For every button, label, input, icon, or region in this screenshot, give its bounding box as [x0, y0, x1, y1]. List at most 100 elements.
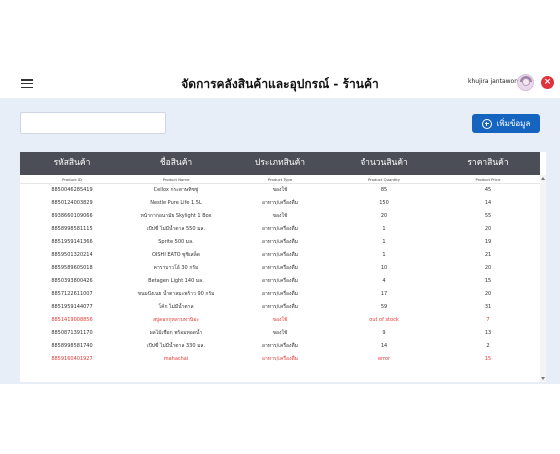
cell-qty: 59 — [380, 304, 388, 310]
cell-price: 55 — [484, 213, 492, 219]
cell-name: Sprite 500 มล. — [158, 239, 194, 245]
table-row[interactable]: 8938660109066 หน้ากากอนามัย Skylight 1 Bo… — [20, 210, 540, 223]
cell-name: คาราบาวโอ้ 30 กรัม — [153, 265, 199, 271]
cell-type: อาหาร/เครื่องดื่ม — [261, 239, 298, 245]
cell-qty: 1 — [382, 252, 386, 258]
cell-type: ของใช้ — [272, 213, 288, 219]
table-row[interactable]: 8851419008856 สบู่ดอกกุหลาบทานิอะ ของใช้ ou… — [20, 314, 540, 327]
cell-type: อาหาร/เครื่องดื่ม — [261, 291, 298, 297]
cell-id: 8938660109066 — [51, 213, 93, 219]
cell-type: อาหาร/เครื่องดื่ม — [261, 278, 298, 284]
close-icon[interactable]: × — [541, 76, 554, 89]
cell-qty: 1 — [382, 239, 386, 245]
cell-qty: 4 — [382, 278, 386, 284]
cell-price: 20 — [484, 291, 492, 297]
cell-id: 8851959144077 — [51, 304, 93, 310]
cell-name: โค้ก ไม่มีน้ำตาล — [158, 304, 194, 310]
cell-name: ขนมปังเนย น้ำตาลมะพร้าว 90 กรัม — [137, 291, 215, 297]
table-row[interactable]: 8851959144077 โค้ก ไม่มีน้ำตาล อาหาร/เครื่… — [20, 301, 540, 314]
cell-id: 8859589605018 — [51, 265, 93, 271]
subheader-product-id: Product ID — [62, 177, 82, 182]
cell-name: Nestle Pure Life 1.5L — [150, 200, 202, 206]
table-row[interactable]: 8850871391170 ผลไม้เชือก พร้อมทอดน้ำ ของใช… — [20, 327, 540, 340]
top-bar: จัดการคลังสินค้าและอุปกรณ์ - ร้านค้า khu… — [0, 68, 560, 98]
avatar[interactable] — [517, 74, 534, 91]
cell-type: ของใช้ — [272, 187, 288, 193]
column-header-product-price[interactable]: ราคาสินค้า — [436, 152, 540, 175]
product-table: รหัสสินค้า ชื่อสินค้า ประเภทสินค้า จำนวน… — [20, 152, 546, 382]
table-header: รหัสสินค้า ชื่อสินค้า ประเภทสินค้า จำนวน… — [20, 152, 540, 175]
cell-type: อาหาร/เครื่องดื่ม — [261, 252, 298, 258]
column-header-product-name[interactable]: ชื่อสินค้า — [124, 152, 228, 175]
table-subheader: Product ID Product Name Product Type Pro… — [20, 175, 540, 184]
cell-qty: 150 — [379, 200, 389, 206]
cell-name: OISHI EATO ซูชิเสล็ด — [151, 252, 201, 258]
table-row[interactable]: 8859160401927 mahachai อาหาร/เครื่องดื่ม er… — [20, 353, 540, 366]
subheader-product-name: Product Name — [162, 177, 190, 182]
add-data-label: เพิ่มข้อมูล — [496, 119, 531, 128]
cell-id: 8851419008856 — [51, 317, 93, 323]
cell-id: 8850871391170 — [51, 330, 93, 336]
cell-price: 2 — [486, 343, 490, 349]
cell-qty: 85 — [380, 187, 388, 193]
cell-type: อาหาร/เครื่องดื่ม — [261, 265, 298, 271]
cell-id: 8858998581115 — [51, 226, 93, 232]
cell-price: 15 — [484, 278, 492, 284]
table-scrollbar[interactable] — [540, 175, 546, 382]
cell-type: อาหาร/เครื่องดื่ม — [261, 304, 298, 310]
cell-type: ของใช้ — [272, 317, 288, 323]
table-row[interactable]: 8859501320214 OISHI EATO ซูชิเสล็ด อาหาร/เ… — [20, 249, 540, 262]
cell-price: 20 — [484, 226, 492, 232]
cell-id: 8858998581740 — [51, 343, 93, 349]
cell-qty: 17 — [380, 291, 388, 297]
subheader-product-price: Product Price — [475, 177, 501, 182]
cell-type: ของใช้ — [272, 330, 288, 336]
table-row[interactable]: 8850393800426 Betagen Light 140 มล. อาหาร/… — [20, 275, 540, 288]
cell-price: 19 — [484, 239, 492, 245]
column-header-product-type[interactable]: ประเภทสินค้า — [228, 152, 332, 175]
table-row[interactable]: 8857122611007 ขนมปังเนย น้ำตาลมะพร้าว 90 … — [20, 288, 540, 301]
cell-price: 45 — [484, 187, 492, 193]
cell-type: อาหาร/เครื่องดื่ม — [261, 343, 298, 349]
cell-qty: error — [377, 356, 391, 362]
cell-name: ผลไม้เชือก พร้อมทอดน้ำ — [149, 330, 203, 336]
table-row[interactable]: 8850046285419 Cellox กระดาษทิชชู่ ของใช้ 85… — [20, 184, 540, 197]
cell-id: 8859160401927 — [51, 356, 93, 362]
cell-name: เป๊ปซี่ ไม่มีน้ำตาล 330 มล. — [146, 343, 206, 349]
column-header-product-id[interactable]: รหัสสินค้า — [20, 152, 124, 175]
cell-type: อาหาร/เครื่องดื่ม — [261, 200, 298, 206]
cell-qty: 14 — [380, 343, 388, 349]
subheader-product-quantity: Product Quantity — [367, 177, 401, 182]
add-data-button[interactable]: เพิ่มข้อมูล — [472, 114, 540, 133]
user-name: khujira jantawong — [468, 78, 522, 85]
cell-id: 8859501320214 — [51, 252, 93, 258]
cell-id: 8850046285419 — [51, 187, 93, 193]
column-header-product-quantity[interactable]: จำนวนสินค้า — [332, 152, 436, 175]
cell-price: 14 — [484, 200, 492, 206]
table-row[interactable]: 8850124003829 Nestle Pure Life 1.5L อาหาร/… — [20, 197, 540, 210]
cell-qty: 9 — [382, 330, 386, 336]
cell-price: 31 — [484, 304, 492, 310]
cell-name: หน้ากากอนามัย Skylight 1 Box — [140, 213, 212, 219]
cell-name: Cellox กระดาษทิชชู่ — [153, 187, 199, 193]
cell-qty: 20 — [380, 213, 388, 219]
cell-price: 20 — [484, 265, 492, 271]
table-row[interactable]: 8858998581740 เป๊ปซี่ ไม่มีน้ำตาล 330 มล.… — [20, 340, 540, 353]
scroll-up-icon[interactable] — [541, 177, 545, 180]
cell-qty: out of stock — [369, 317, 399, 323]
cell-id: 8857122611007 — [51, 291, 93, 297]
table-row[interactable]: 8851959141366 Sprite 500 มล. อาหาร/เครื่อง… — [20, 236, 540, 249]
subheader-product-type: Product Type — [267, 177, 293, 182]
scroll-down-icon[interactable] — [541, 377, 545, 380]
plus-circle-icon — [481, 118, 492, 129]
cell-name: mahachai — [163, 356, 189, 362]
main-content: เพิ่มข้อมูล รหัสสินค้า ชื่อสินค้า ประเภท… — [0, 98, 560, 384]
search-input[interactable] — [20, 112, 166, 134]
cell-price: 15 — [484, 356, 492, 362]
cell-name: เป๊ปซี่ ไม่มีน้ำตาล 550 มล. — [146, 226, 206, 232]
cell-qty: 10 — [380, 265, 388, 271]
table-row[interactable]: 8859589605018 คาราบาวโอ้ 30 กรัม อาหาร/เคร… — [20, 262, 540, 275]
table-row[interactable]: 8858998581115 เป๊ปซี่ ไม่มีน้ำตาล 550 มล.… — [20, 223, 540, 236]
cell-price: 13 — [484, 330, 492, 336]
cell-price: 7 — [486, 317, 490, 323]
